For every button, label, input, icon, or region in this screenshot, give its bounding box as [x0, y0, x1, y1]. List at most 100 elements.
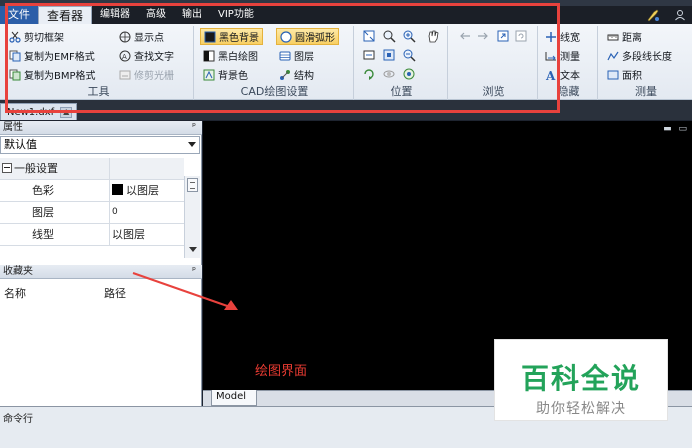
fit-drawing-icon[interactable] — [362, 29, 376, 43]
group-title-tools: 工具 — [87, 85, 110, 98]
menu-file[interactable]: 文件 — [0, 6, 38, 24]
document-tab[interactable]: New1.dxf ▲ — [0, 103, 78, 120]
find-text-button[interactable]: A 查找文字 — [116, 47, 177, 64]
rotate-view-icon[interactable] — [362, 67, 376, 81]
layers-label: 图层 — [294, 52, 314, 63]
menu-editor[interactable]: 编辑器 — [92, 6, 138, 24]
scroll-down-icon[interactable] — [189, 247, 197, 252]
distance-icon — [607, 34, 619, 40]
color-swatch — [112, 184, 123, 195]
structure-button[interactable]: 结构 — [276, 66, 317, 83]
layers-icon — [279, 51, 291, 60]
find-text-icon: A — [119, 50, 131, 61]
smooth-arc-button[interactable]: 圆滑弧形 — [276, 28, 339, 45]
crosshair-point-icon — [119, 31, 131, 42]
bw-drawing-label: 黑白绘图 — [218, 52, 258, 63]
user-icon[interactable] — [674, 9, 686, 21]
back-arrow-icon[interactable] — [458, 29, 472, 43]
bw-drawing-icon — [203, 50, 215, 61]
property-key: 色彩 — [0, 180, 110, 201]
ribbon-group-cad-settings: 黑色背景 圆滑弧形 黑白绘图 图层 背景色 结构 CAD绘图设置 — [196, 26, 354, 100]
zoom-out-icon[interactable] — [402, 48, 416, 62]
view-options-icon[interactable] — [402, 67, 416, 81]
polyline-length-icon — [607, 51, 619, 60]
document-tab-bar: New1.dxf ▲ — [0, 100, 692, 120]
copy-emf-label: 复制为EMF格式 — [24, 52, 95, 63]
menu-vip[interactable]: VIP功能 — [210, 6, 262, 24]
pin-icon[interactable]: ᵖ — [192, 265, 196, 278]
distance-button[interactable]: 距离 — [604, 28, 645, 45]
structure-icon — [280, 69, 290, 80]
background-color-button[interactable]: 背景色 — [200, 66, 251, 83]
zoom-extents-icon[interactable] — [362, 48, 376, 62]
property-value-color[interactable]: 以图层 — [112, 180, 159, 201]
copy-emf-icon — [9, 50, 21, 61]
copy-bmp-label: 复制为BMP格式 — [24, 71, 96, 82]
model-tab[interactable]: Model — [211, 390, 258, 406]
show-point-label: 显示点 — [134, 33, 164, 44]
properties-filter-dropdown[interactable]: 默认值 — [0, 136, 200, 154]
black-background-button[interactable]: 黑色背景 — [200, 28, 263, 45]
structure-label: 结构 — [294, 71, 314, 82]
forward-arrow-icon[interactable] — [476, 29, 490, 43]
cad-viewer-window: 文件 查看器 编辑器 高级 输出 VIP功能 剪切框架 显示点 复制为EMF格式 — [0, 0, 692, 448]
measure-ruler-icon — [545, 51, 556, 60]
property-row-linetype[interactable]: 线型 以图层 — [0, 224, 184, 246]
menu-output[interactable]: 输出 — [174, 6, 210, 24]
3d-orbit-icon[interactable] — [382, 67, 396, 81]
line-width-label: 线宽 — [560, 33, 580, 44]
polyline-length-label: 多段线长度 — [622, 52, 672, 63]
property-group-general[interactable]: 一般设置 — [0, 158, 184, 180]
pan-hand-icon[interactable] — [426, 29, 440, 43]
text-a-icon: A — [545, 69, 556, 81]
text-button[interactable]: A 文本 — [542, 66, 583, 83]
group-title-measure: 测量 — [635, 85, 657, 98]
polyline-length-button[interactable]: 多段线长度 — [604, 47, 675, 64]
show-point-button[interactable]: 显示点 — [116, 28, 167, 45]
zoom-in-icon[interactable] — [402, 29, 416, 43]
property-row-color[interactable]: 色彩 以图层 — [0, 180, 184, 202]
line-width-button[interactable]: 线宽 — [542, 28, 583, 45]
favorites-col-path[interactable]: 路径 — [104, 285, 126, 301]
group-title-cad-settings: CAD绘图设置 — [240, 85, 309, 98]
layers-button[interactable]: 图层 — [276, 47, 317, 64]
area-icon — [607, 70, 619, 79]
trim-raster-button[interactable]: 修剪光栅 — [116, 66, 177, 83]
favorites-col-name[interactable]: 名称 — [4, 285, 26, 301]
copy-bmp-button[interactable]: 复制为BMP格式 — [6, 66, 99, 83]
canvas-window-controls[interactable]: ▬ ▭ — [663, 124, 689, 134]
zoom-selection-icon[interactable] — [382, 48, 396, 62]
ribbon-group-position: 位置 — [356, 26, 448, 100]
favorites-panel-header: 收藏夹 ᵖ — [0, 265, 202, 279]
trim-raster-label: 修剪光栅 — [134, 71, 174, 82]
menu-viewer[interactable]: 查看器 — [38, 5, 93, 25]
distance-label: 距离 — [622, 33, 642, 44]
group-title-browse: 浏览 — [482, 85, 505, 98]
ribbon-group-browse: 浏览 — [450, 26, 538, 100]
page-refresh-icon[interactable] — [514, 29, 528, 43]
svg-text:A: A — [545, 69, 556, 81]
canvas-annotation-label: 绘图界面 — [255, 364, 308, 379]
scrollbar-thumb[interactable] — [187, 178, 198, 192]
zoom-window-icon[interactable] — [382, 29, 396, 43]
close-tab-icon[interactable]: ▲ — [60, 106, 73, 118]
group-title-position: 位置 — [390, 85, 413, 98]
clip-frame-button[interactable]: 剪切框架 — [6, 28, 67, 45]
page-export-icon[interactable] — [496, 29, 510, 43]
ribbon-group-measure: 距离 多段线长度 面积 测量 — [600, 26, 692, 100]
menu-advanced[interactable]: 高级 — [138, 6, 174, 24]
property-value[interactable]: 0 — [112, 202, 118, 223]
favorites-list-header: 名称 路径 — [0, 283, 200, 301]
pin-icon[interactable]: ᵖ — [192, 121, 196, 134]
property-row-layer[interactable]: 图层 0 — [0, 202, 184, 224]
bw-drawing-button[interactable]: 黑白绘图 — [200, 47, 261, 64]
property-value: 以图层 — [126, 184, 159, 197]
help-brush-icon[interactable] — [646, 8, 660, 22]
property-value[interactable]: 以图层 — [112, 224, 145, 245]
group-title-hidden: 隐藏 — [557, 85, 580, 98]
measure-label: 测量 — [560, 52, 580, 63]
copy-emf-button[interactable]: 复制为EMF格式 — [6, 47, 98, 64]
area-button[interactable]: 面积 — [604, 66, 645, 83]
measure-button[interactable]: 测量 — [542, 47, 583, 64]
properties-scrollbar[interactable] — [184, 176, 200, 258]
